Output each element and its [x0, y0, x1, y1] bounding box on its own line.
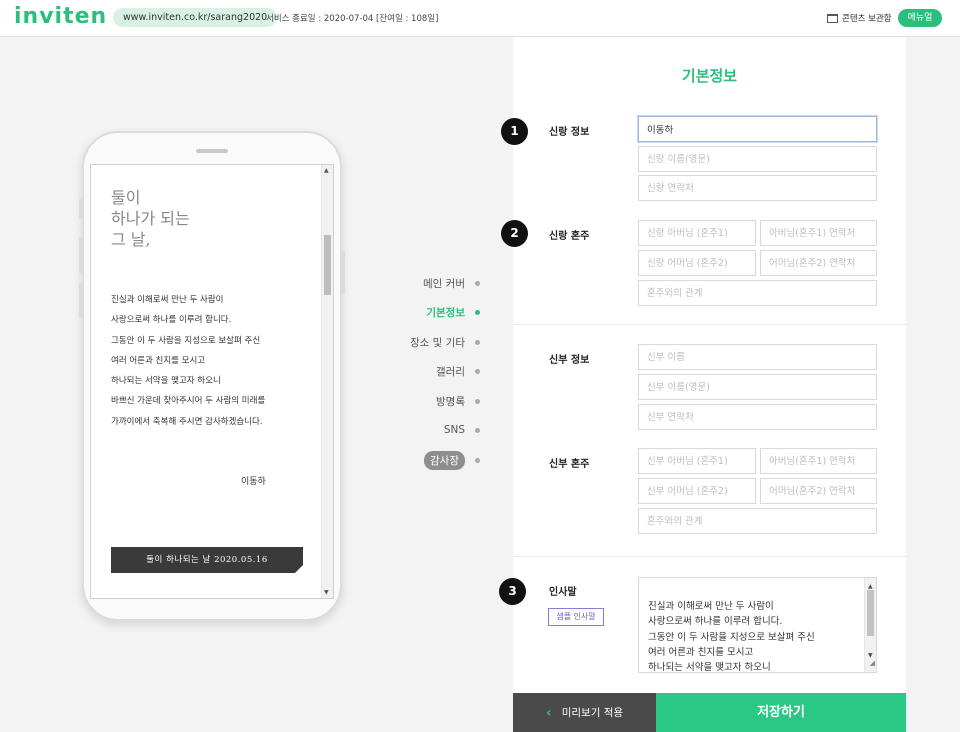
bride-father-phone-input[interactable]	[760, 448, 877, 474]
preview-date-banner: 둘이 하나되는 날 2020.05.16	[111, 547, 303, 573]
nav-dot-icon	[475, 281, 480, 286]
groom-father-phone-input[interactable]	[760, 220, 877, 246]
resize-grip-icon[interactable]: ◢	[870, 656, 875, 671]
nav-item-location[interactable]: 장소 및 기타	[410, 335, 480, 350]
nav-item-label: 방명록	[436, 396, 465, 408]
step-badge-3: 3	[499, 578, 526, 605]
bride-phone-input[interactable]	[638, 404, 877, 430]
groom-info-label: 신랑 정보	[549, 127, 590, 138]
phone-side-button	[79, 199, 83, 219]
service-end-date: 서비스 종료일 : 2020-07-04 [잔여일 : 108일]	[266, 14, 439, 24]
section-divider	[513, 324, 906, 325]
nav-item-basic-info[interactable]: 기본정보	[426, 305, 480, 320]
nav-dot-icon	[475, 310, 480, 315]
banner-fold-corner	[295, 565, 303, 573]
scroll-down-arrow-icon[interactable]: ▼	[324, 589, 329, 596]
nav-item-gallery[interactable]: 갤러리	[436, 364, 480, 379]
nav-item-label: 메인 커버	[423, 278, 465, 290]
nav-item-main-cover[interactable]: 메인 커버	[423, 276, 480, 291]
nav-item-label: 기본정보	[426, 307, 465, 319]
scroll-up-arrow-icon[interactable]: ▲	[324, 167, 329, 174]
bride-mother-phone-input[interactable]	[760, 478, 877, 504]
section-divider	[513, 556, 906, 557]
phone-power-button	[341, 251, 345, 295]
bride-name-input[interactable]	[638, 344, 877, 370]
greeting-textarea[interactable]: 진실과 이해로써 만난 두 사람이 사랑으로써 하나를 이루려 합니다. 그동안…	[638, 577, 877, 673]
greeting-scroll-thumb[interactable]	[867, 590, 874, 636]
bride-info-label: 신부 정보	[549, 355, 590, 366]
chevron-left-icon: ‹	[545, 704, 552, 721]
greeting-text: 진실과 이해로써 만난 두 사람이 사랑으로써 하나를 이루려 합니다. 그동안…	[648, 601, 815, 673]
step-badge-2: 2	[501, 220, 528, 247]
nav-dot-icon	[475, 399, 480, 404]
nav-item-label: 감사장	[424, 451, 465, 470]
nav-dot-icon	[475, 427, 480, 433]
preview-scroll-thumb[interactable]	[324, 235, 331, 295]
groom-father-input[interactable]	[638, 220, 756, 246]
groom-relation-input[interactable]	[638, 280, 877, 306]
nav-dot-icon	[475, 369, 480, 374]
phone-speaker	[196, 149, 228, 153]
inviten-logo[interactable]: inviten	[14, 4, 107, 29]
bride-parents-label: 신부 혼주	[549, 459, 590, 470]
storage-box-icon	[827, 13, 838, 23]
groom-mother-input[interactable]	[638, 250, 756, 276]
preview-date-banner-text: 둘이 하나되는 날 2020.05.16	[146, 555, 268, 565]
apply-preview-label: 미리보기 적용	[561, 707, 624, 719]
apply-preview-button[interactable]: ‹ 미리보기 적용	[513, 693, 656, 732]
right-gutter	[906, 37, 960, 732]
greeting-label: 인사말	[549, 587, 577, 598]
nav-item-label: SNS	[443, 424, 465, 436]
bride-father-input[interactable]	[638, 448, 756, 474]
bride-relation-input[interactable]	[638, 508, 877, 534]
bride-mother-input[interactable]	[638, 478, 756, 504]
preview-signature: 이동하	[241, 477, 266, 487]
sample-greeting-button[interactable]: 샘플 인사말	[548, 608, 604, 626]
nav-dot-icon	[475, 340, 480, 345]
top-header: inviten www.inviten.co.kr/sarang2020 서비스…	[0, 0, 960, 37]
phone-side-button	[79, 283, 83, 319]
invitation-url[interactable]: www.inviten.co.kr/sarang2020	[113, 8, 278, 27]
groom-parents-label: 신랑 혼주	[549, 231, 590, 242]
nav-item-label: 갤러리	[436, 366, 465, 378]
nav-item-sns[interactable]: SNS	[444, 424, 480, 436]
phone-side-button	[79, 237, 83, 273]
groom-name-input[interactable]	[638, 116, 877, 142]
content-storage-button[interactable]: 콘텐츠 보관함	[827, 12, 892, 24]
basic-info-form: 기본정보 1 신랑 정보 2 신랑 혼주 신부 정보 신부 혼주 3 인사말 샘…	[499, 37, 906, 732]
save-button[interactable]: 저장하기	[656, 693, 906, 732]
preview-screen[interactable]: 둘이 하나가 되는 그 날, 진실과 이해로써 만난 두 사람이 사랑으로써 하…	[90, 164, 334, 599]
nav-item-label: 장소 및 기타	[410, 337, 465, 349]
nav-item-guestbook[interactable]: 방명록	[436, 394, 480, 409]
phone-preview: 둘이 하나가 되는 그 날, 진실과 이해로써 만난 두 사람이 사랑으로써 하…	[79, 131, 345, 621]
preview-greeting-text: 진실과 이해로써 만난 두 사람이 사랑으로써 하나를 이루려 합니다. 그동안…	[111, 295, 266, 427]
step-badge-1: 1	[501, 118, 528, 145]
manual-button[interactable]: 메뉴얼	[898, 9, 942, 27]
groom-phone-input[interactable]	[638, 175, 877, 201]
preview-headline: 둘이 하나가 되는 그 날,	[111, 188, 190, 249]
bride-name-en-input[interactable]	[638, 374, 877, 400]
nav-item-thanks[interactable]: 감사장	[424, 451, 480, 470]
form-title: 기본정보	[681, 67, 738, 85]
groom-mother-phone-input[interactable]	[760, 250, 877, 276]
preview-scrollbar[interactable]: ▲ ▼	[321, 165, 333, 598]
groom-name-en-input[interactable]	[638, 146, 877, 172]
content-storage-label: 콘텐츠 보관함	[842, 14, 892, 24]
nav-dot-icon	[475, 458, 480, 463]
